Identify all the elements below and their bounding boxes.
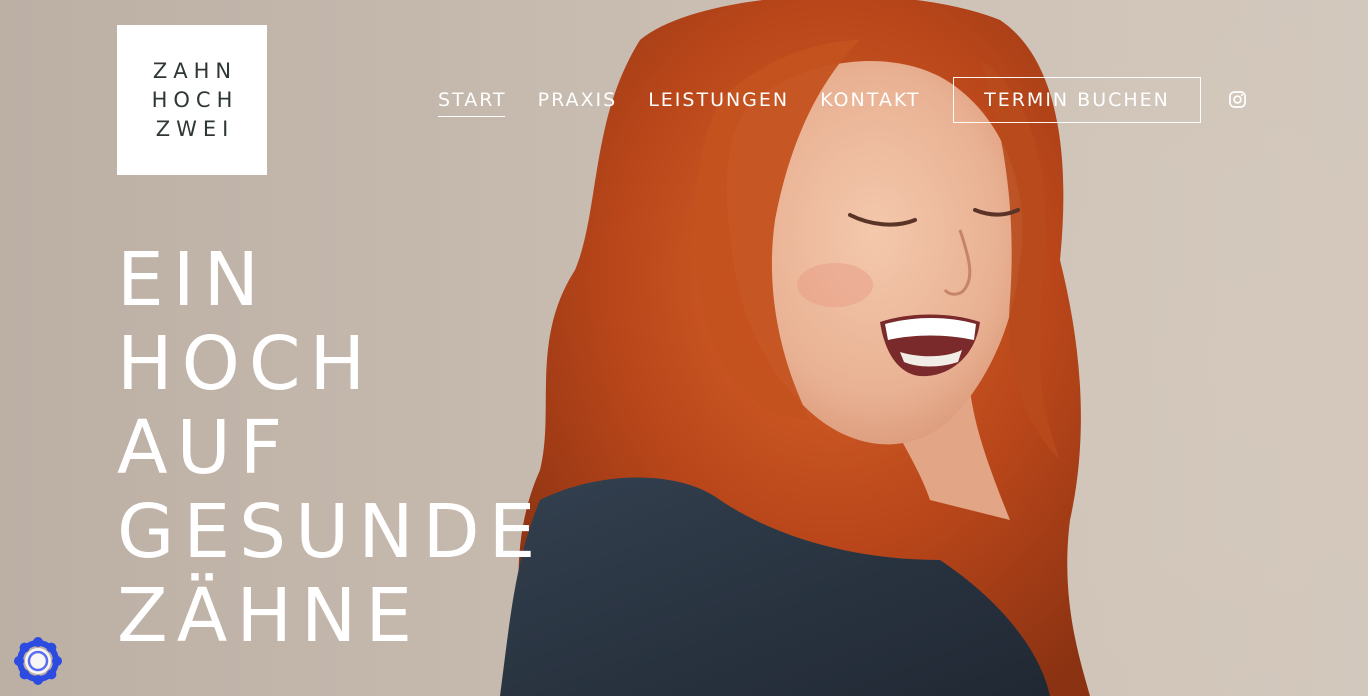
logo-line-2: HOCH xyxy=(151,87,239,112)
main-navigation: START PRAXIS LEISTUNGEN KONTAKT xyxy=(438,77,951,123)
headline-line: AUF xyxy=(117,405,292,491)
headline-line: HOCH xyxy=(117,321,375,407)
site-logo[interactable]: ZAHN HOCH ZWEI xyxy=(117,25,267,175)
headline-line: ZÄHNE xyxy=(117,573,422,659)
headline-line: GESUNDE xyxy=(117,489,545,575)
instagram-icon[interactable] xyxy=(1228,90,1247,109)
hero-section: ZAHN HOCH ZWEI START PRAXIS LEISTUNGEN K… xyxy=(0,0,1368,696)
headline-line: EIN xyxy=(117,237,268,323)
logo-line-1: ZAHN xyxy=(152,58,238,83)
nav-item-start[interactable]: START xyxy=(438,77,507,123)
logo-line-3: ZWEI xyxy=(155,116,235,141)
book-appointment-button[interactable]: TERMIN BUCHEN xyxy=(953,77,1201,123)
cookie-settings-icon[interactable] xyxy=(14,637,62,685)
nav-item-leistungen[interactable]: LEISTUNGEN xyxy=(648,77,789,123)
nav-item-kontakt[interactable]: KONTAKT xyxy=(820,77,920,123)
hero-headline: EIN HOCH AUF GESUNDE ZÄHNE xyxy=(117,238,544,658)
nav-item-praxis[interactable]: PRAXIS xyxy=(538,77,618,123)
